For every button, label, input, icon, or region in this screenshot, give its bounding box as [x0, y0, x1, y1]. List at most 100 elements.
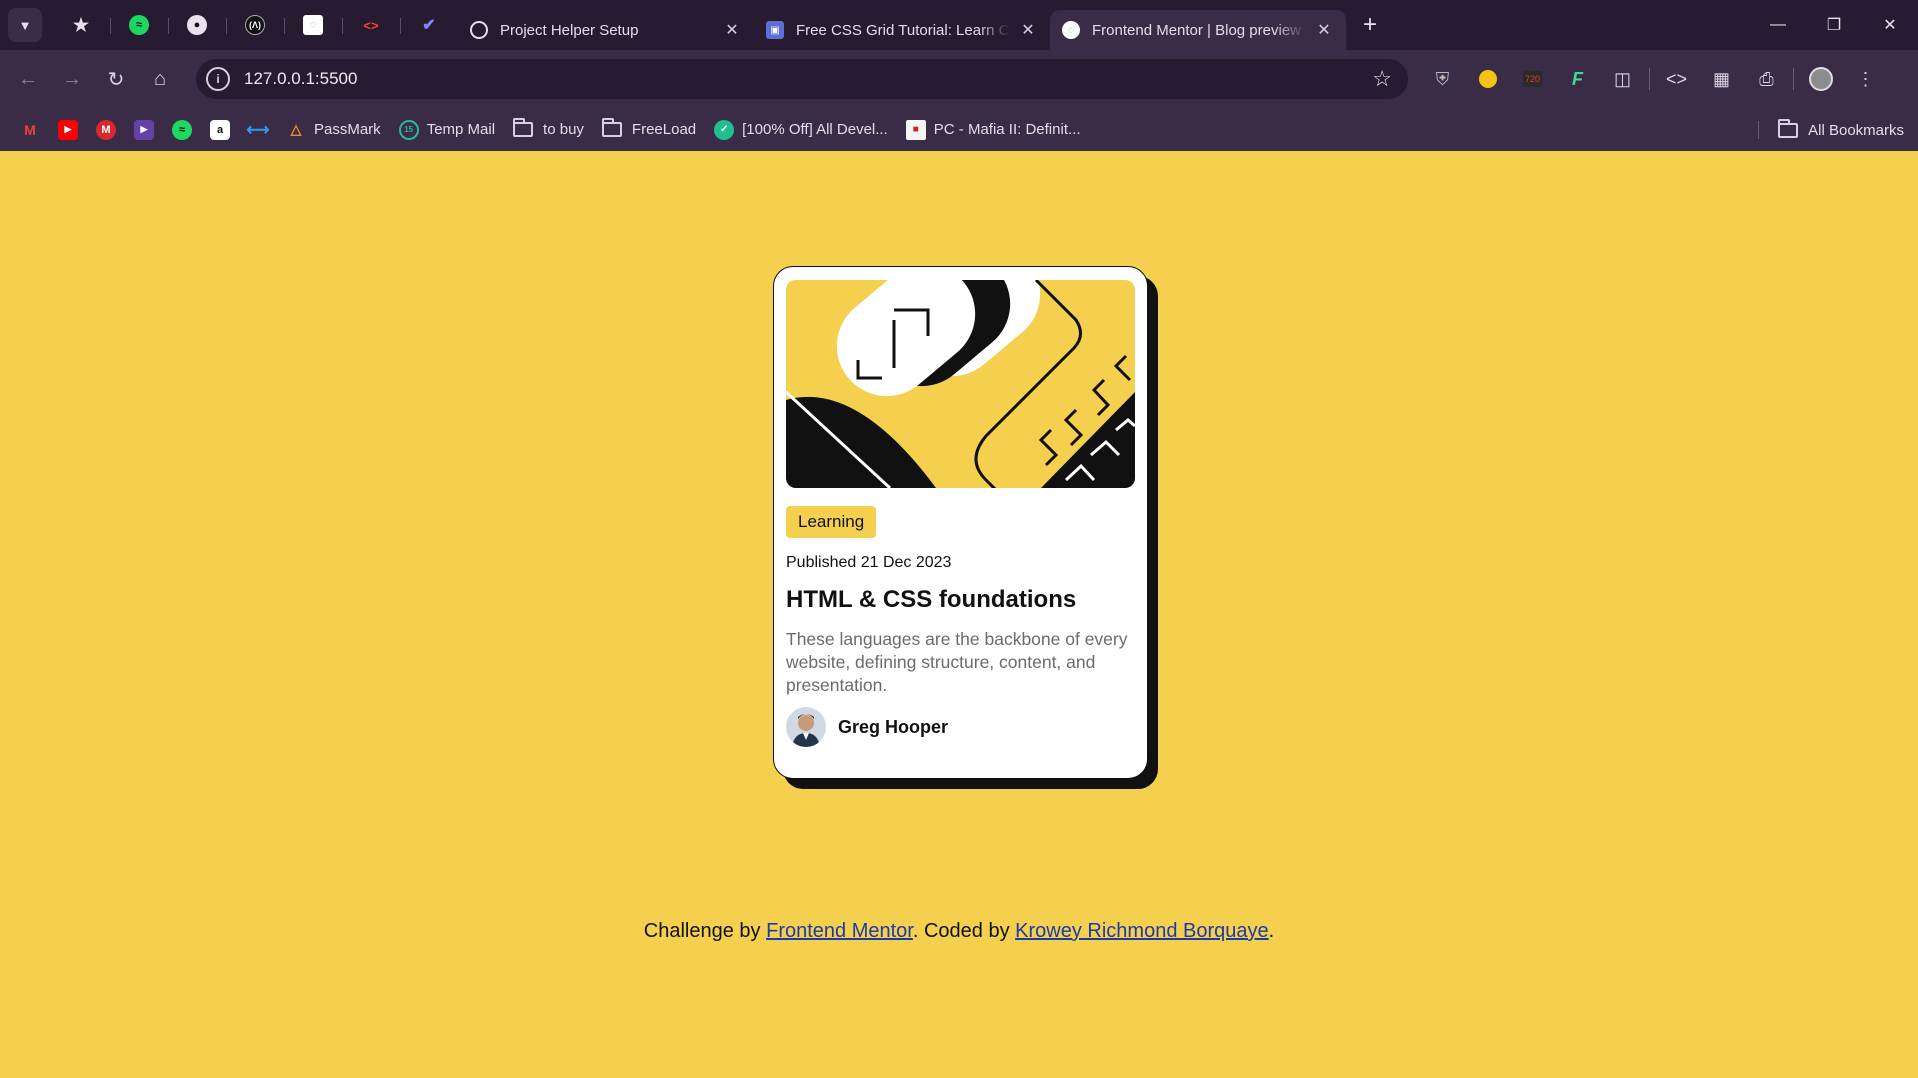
minimize-button[interactable]: — — [1750, 0, 1806, 50]
extension-720[interactable]: 720 — [1510, 59, 1555, 99]
site-info-icon[interactable]: i — [206, 67, 230, 91]
card-title[interactable]: HTML & CSS foundations — [786, 586, 1135, 614]
bookmark-amazon[interactable]: a — [204, 114, 236, 146]
frontend-mentor-link[interactable]: Frontend Mentor — [766, 920, 913, 942]
bookmark-mega[interactable]: M — [90, 114, 122, 146]
scrimba-icon: ▣ — [766, 21, 784, 39]
author-name: Greg Hooper — [838, 716, 949, 737]
print-button[interactable]: ⎙ — [1744, 59, 1789, 99]
bookmark-label: [100% Off] All Devel... — [742, 121, 888, 138]
blog-preview-card: Learning Published 21 Dec 2023 HTML & CS… — [773, 266, 1148, 779]
devtools-button[interactable]: <> — [1654, 59, 1699, 99]
openai-icon — [470, 21, 488, 39]
udemy-icon: ✓ — [714, 119, 735, 140]
bookmark-temp-mail[interactable]: 15 Temp Mail — [393, 114, 501, 146]
toolbar-divider — [1649, 68, 1650, 90]
twitch-icon: ▶ — [134, 119, 154, 140]
bookmark-folder-to-buy[interactable]: to buy — [507, 114, 590, 146]
folder-icon — [601, 118, 622, 137]
pinned-tab-page[interactable]: ◌ — [284, 7, 342, 43]
pinned-tab-code[interactable]: (Λ) — [226, 7, 284, 43]
bookmark-folder-freeload[interactable]: FreeLoad — [596, 114, 702, 146]
pinned-tab-app[interactable]: ✔ — [400, 7, 458, 43]
frontend-mentor-icon: ◌ — [1062, 21, 1080, 39]
bookmarks-bar: M ▶ M ▶ ≈ a ⟷ △ PassMark 15 Temp Mail to b… — [0, 108, 1918, 151]
extension-coin[interactable] — [1465, 59, 1510, 99]
resolution-icon: 720 — [1522, 71, 1543, 87]
extensions-area: ⛨ 720 F ◫ <> ▦ ⎙ ⋮ — [1420, 59, 1888, 99]
plus-icon: + — [1362, 11, 1377, 38]
minimize-icon: — — [1770, 16, 1786, 33]
coin-icon — [1478, 70, 1497, 88]
bookmark-udemy[interactable]: ✓ [100% Off] All Devel... — [708, 114, 894, 146]
bookmark-star-icon[interactable]: ☆ — [1372, 66, 1392, 92]
tab-css-grid[interactable]: ▣ Free CSS Grid Tutorial: Learn CSS Grid… — [754, 10, 1050, 50]
close-icon[interactable]: ✕ — [1314, 20, 1334, 40]
bookmark-label: to buy — [543, 121, 584, 138]
window-controls: — ❐ ✕ — [1750, 0, 1918, 50]
browser-toolbar: ← → ↻ ⌂ i 127.0.0.1:5500 ☆ ⛨ 720 F ◫ <> … — [0, 50, 1918, 108]
bookmark-label: PassMark — [314, 121, 381, 138]
attribution-prefix: Challenge by — [643, 920, 767, 942]
qr-icon: ▦ — [1712, 68, 1730, 89]
all-bookmarks-button[interactable]: All Bookmarks — [1758, 114, 1904, 146]
attribution: Challenge by Frontend Mentor. Coded by K… — [0, 920, 1918, 943]
tab-search-button[interactable]: ▼ — [8, 8, 42, 42]
bookmark-gmail[interactable]: M — [14, 114, 46, 146]
pdf-icon: ■ — [905, 119, 926, 140]
card-description: These languages are the backbone of ever… — [786, 629, 1128, 695]
arrow-left-icon: ← — [18, 67, 38, 90]
tab-project-helper[interactable]: Project Helper Setup ✕ — [458, 10, 754, 50]
close-window-button[interactable]: ✕ — [1862, 0, 1918, 50]
reload-icon: ↻ — [107, 68, 125, 91]
url-text[interactable]: 127.0.0.1:5500 — [244, 69, 357, 89]
extension-stripes[interactable]: F — [1555, 59, 1600, 99]
puzzle-icon: ◫ — [1613, 68, 1631, 89]
home-icon: ⌂ — [153, 67, 167, 90]
toolbar-divider — [1793, 68, 1794, 90]
pinned-tabs: ★ ≈ ● (Λ) ◌ <> ✔ — [52, 7, 458, 43]
folder-icon — [1778, 118, 1799, 138]
pinned-tab-spotify[interactable]: ≈ — [110, 7, 168, 43]
page-viewport: Learning Published 21 Dec 2023 HTML & CS… — [0, 151, 1918, 1078]
pinned-tab-github[interactable]: ● — [168, 7, 226, 43]
all-bookmarks-label: All Bookmarks — [1808, 121, 1904, 139]
pinned-tab-bookmarks[interactable]: ★ — [52, 7, 110, 43]
back-button[interactable]: ← — [6, 59, 50, 99]
home-button[interactable]: ⌂ — [138, 59, 182, 99]
extension-shield[interactable]: ⛨ — [1420, 59, 1465, 99]
profile-button[interactable] — [1798, 59, 1843, 99]
forward-button[interactable]: → — [50, 59, 94, 99]
chevron-down-icon: ▼ — [18, 17, 32, 33]
new-tab-button[interactable]: + — [1352, 7, 1388, 43]
bookmark-mafia[interactable]: ■ PC - Mafia II: Definit... — [900, 114, 1087, 146]
tab-title: Frontend Mentor | Blog preview card — [1092, 21, 1306, 39]
extensions-button[interactable]: ◫ — [1600, 59, 1645, 99]
illustration-graphic — [786, 280, 1135, 488]
close-icon[interactable]: ✕ — [1018, 20, 1038, 40]
qr-button[interactable]: ▦ — [1699, 59, 1744, 99]
star-icon: ★ — [72, 14, 90, 35]
close-icon[interactable]: ✕ — [722, 20, 742, 40]
bookmark-passmark[interactable]: △ PassMark — [280, 114, 387, 146]
tab-frontend-mentor[interactable]: ◌ Frontend Mentor | Blog preview card ✕ — [1050, 10, 1346, 50]
attribution-suffix: . — [1268, 920, 1275, 942]
vscode-icon: ⟷ — [246, 121, 270, 139]
bookmark-vscode[interactable]: ⟷ — [242, 114, 274, 146]
bookmark-youtube[interactable]: ▶ — [52, 114, 84, 146]
bookmark-label: Temp Mail — [426, 121, 496, 138]
published-date: Published 21 Dec 2023 — [786, 554, 952, 571]
restore-button[interactable]: ❐ — [1806, 0, 1862, 50]
address-bar[interactable]: i 127.0.0.1:5500 ☆ — [196, 59, 1408, 99]
author-info: Greg Hooper — [786, 707, 1135, 747]
more-vertical-icon: ⋮ — [1856, 68, 1875, 89]
youtube-icon: ▶ — [58, 119, 78, 140]
bookmark-spotify[interactable]: ≈ — [166, 114, 198, 146]
bookmark-label: FreeLoad — [631, 121, 697, 138]
code-bracket-icon: (Λ) — [245, 15, 265, 35]
menu-button[interactable]: ⋮ — [1843, 59, 1888, 99]
author-link[interactable]: Krowey Richmond Borquaye — [1015, 920, 1268, 942]
reload-button[interactable]: ↻ — [94, 59, 138, 99]
pinned-tab-devtools[interactable]: <> — [342, 7, 400, 43]
bookmark-twitch[interactable]: ▶ — [128, 114, 160, 146]
